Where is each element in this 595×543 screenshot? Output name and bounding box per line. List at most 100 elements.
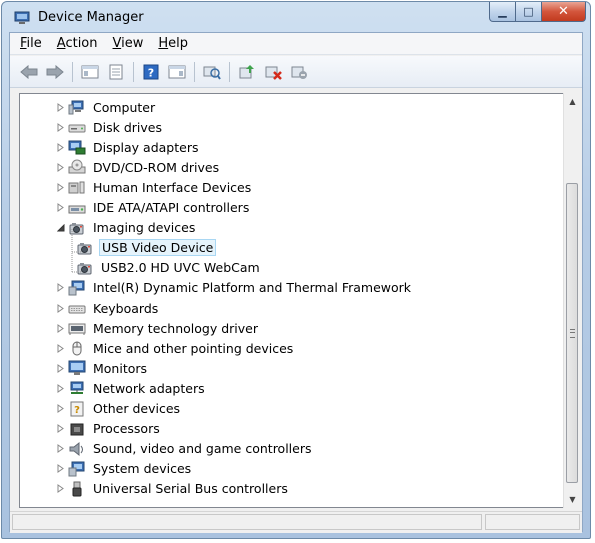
tree-category[interactable]: Sound, video and game controllers [56, 439, 314, 459]
menu-accelerator: V [112, 36, 122, 51]
tree-item-label: Imaging devices [93, 220, 196, 236]
device-tree[interactable]: Computer Disk drives Display adapters DVD/C… [19, 93, 572, 508]
expand-arrow-icon[interactable] [56, 424, 65, 434]
tree-category[interactable]: System devices [56, 459, 193, 479]
tree-item-label: USB2.0 HD UVC WebCam [101, 260, 260, 276]
tree-category[interactable]: Disk drives [56, 117, 164, 137]
tree-item-label: Universal Serial Bus controllers [93, 481, 288, 497]
properties-icon[interactable] [105, 61, 127, 83]
back-icon[interactable] [18, 61, 40, 83]
tree-category[interactable]: IDE ATA/ATAPI controllers [56, 198, 251, 218]
tree-category[interactable]: Mice and other pointing devices [56, 338, 295, 358]
toolbar-separator [194, 61, 195, 82]
vertical-scrollbar[interactable]: ▲ ▼ [563, 93, 580, 508]
expand-arrow-icon[interactable] [56, 303, 65, 313]
tree-item-label: Disk drives [93, 119, 162, 135]
tree-device[interactable]: USB Video Device [76, 238, 217, 258]
expand-arrow-icon[interactable] [56, 444, 65, 454]
scan-hardware-icon[interactable] [201, 61, 223, 83]
forward-icon[interactable] [44, 61, 66, 83]
menu-file[interactable]: File [20, 36, 42, 51]
dvd-drive-icon [68, 159, 86, 175]
tree-item-label: DVD/CD-ROM drives [93, 159, 220, 175]
sound-icon [68, 441, 86, 457]
tree-category[interactable]: Display adapters [56, 137, 200, 157]
minimize-button[interactable]: ▁ [489, 2, 516, 22]
computer-icon [68, 99, 86, 115]
tree-item-label: Memory technology driver [93, 320, 258, 336]
svg-text:?: ? [148, 66, 154, 79]
expand-arrow-icon[interactable] [56, 182, 65, 192]
action-pane-icon[interactable] [166, 61, 188, 83]
tree-item-label: Processors [93, 421, 160, 437]
tree-item-label: Monitors [93, 360, 148, 376]
device-manager-window: Device Manager ▁ □ ✕ File Action View Help [1, 1, 591, 539]
tree-category[interactable]: Processors [56, 419, 162, 439]
system-device-icon [68, 461, 86, 477]
tree-item-label: IDE ATA/ATAPI controllers [93, 200, 250, 215]
scroll-down-icon[interactable]: ▼ [564, 491, 581, 508]
tree-item-label: Intel(R) Dynamic Platform and Thermal Fr… [93, 280, 412, 296]
maximize-button[interactable]: □ [516, 2, 542, 22]
svg-text:?: ? [74, 405, 80, 416]
processor-icon [68, 421, 86, 437]
menu-label: ile [26, 36, 42, 51]
menu-view[interactable]: View [113, 36, 144, 51]
tree-category[interactable]: DVD/CD-ROM drives [56, 157, 221, 177]
window-title: Device Manager [38, 10, 144, 25]
expand-arrow-icon[interactable] [56, 383, 65, 393]
tree-category[interactable]: Network adapters [56, 378, 207, 398]
toolbar-separator [229, 61, 230, 82]
network-adapter-icon [68, 380, 86, 396]
tree-category[interactable]: Intel(R) Dynamic Platform and Thermal Fr… [56, 278, 413, 298]
tree-item-label: Sound, video and game controllers [93, 441, 312, 457]
tree-connector-lines [71, 229, 82, 273]
expand-arrow-icon[interactable] [56, 343, 65, 353]
tree-category[interactable]: Keyboards [56, 298, 160, 318]
status-bar [10, 511, 582, 533]
expand-arrow-icon[interactable] [56, 404, 65, 413]
expand-arrow-icon[interactable] [56, 484, 65, 494]
update-driver-icon[interactable] [236, 61, 258, 83]
menu-bar: File Action View Help [10, 33, 582, 55]
usb-icon [68, 481, 86, 497]
menu-accelerator: H [158, 36, 169, 51]
toolbar-separator [72, 61, 73, 82]
expand-arrow-icon[interactable] [56, 122, 65, 132]
tree-category[interactable]: Universal Serial Bus controllers [56, 479, 290, 499]
display-adapter-icon [68, 139, 86, 155]
scrollbar-thumb[interactable] [566, 183, 578, 483]
disable-device-icon[interactable] [262, 61, 284, 83]
menu-action[interactable]: Action [57, 36, 98, 51]
menu-help[interactable]: Help [158, 36, 188, 51]
tree-category[interactable]: Human Interface Devices [56, 177, 253, 197]
tree-category[interactable]: Memory technology driver [56, 318, 260, 338]
title-bar[interactable]: Device Manager ▁ □ ✕ [2, 2, 590, 32]
expand-arrow-icon[interactable] [56, 323, 65, 333]
menu-label: iew [121, 36, 144, 51]
tree-category[interactable]: Computer [56, 97, 157, 117]
status-pane-secondary [485, 514, 580, 530]
tree-item-label: Other devices [93, 401, 181, 416]
tree-item-label: Mice and other pointing devices [93, 340, 294, 356]
unknown-device-icon: ? [68, 401, 86, 417]
tree-item-label: Computer [93, 99, 156, 115]
close-button[interactable]: ✕ [542, 2, 586, 22]
expand-arrow-icon[interactable] [56, 102, 65, 112]
client-area: File Action View Help ? Computer Disk dr… [9, 32, 583, 533]
help-icon[interactable]: ? [140, 61, 162, 83]
tree-category[interactable]: Monitors [56, 358, 149, 378]
expand-arrow-icon[interactable] [56, 464, 65, 474]
tree-device[interactable]: USB2.0 HD UVC WebCam [76, 258, 262, 278]
show-hide-console-tree-icon[interactable] [79, 61, 101, 83]
uninstall-device-icon[interactable] [288, 61, 310, 83]
tree-item-label: Network adapters [93, 380, 205, 396]
expand-arrow-icon[interactable] [56, 142, 65, 152]
expand-arrow-icon[interactable] [56, 162, 65, 172]
toolbar: ? [10, 56, 582, 88]
expand-arrow-icon[interactable] [56, 203, 65, 212]
scroll-up-icon[interactable]: ▲ [564, 93, 581, 110]
toolbar-separator [133, 61, 134, 82]
expand-arrow-icon[interactable] [56, 363, 65, 373]
tree-category[interactable]: ? Other devices [56, 399, 182, 419]
